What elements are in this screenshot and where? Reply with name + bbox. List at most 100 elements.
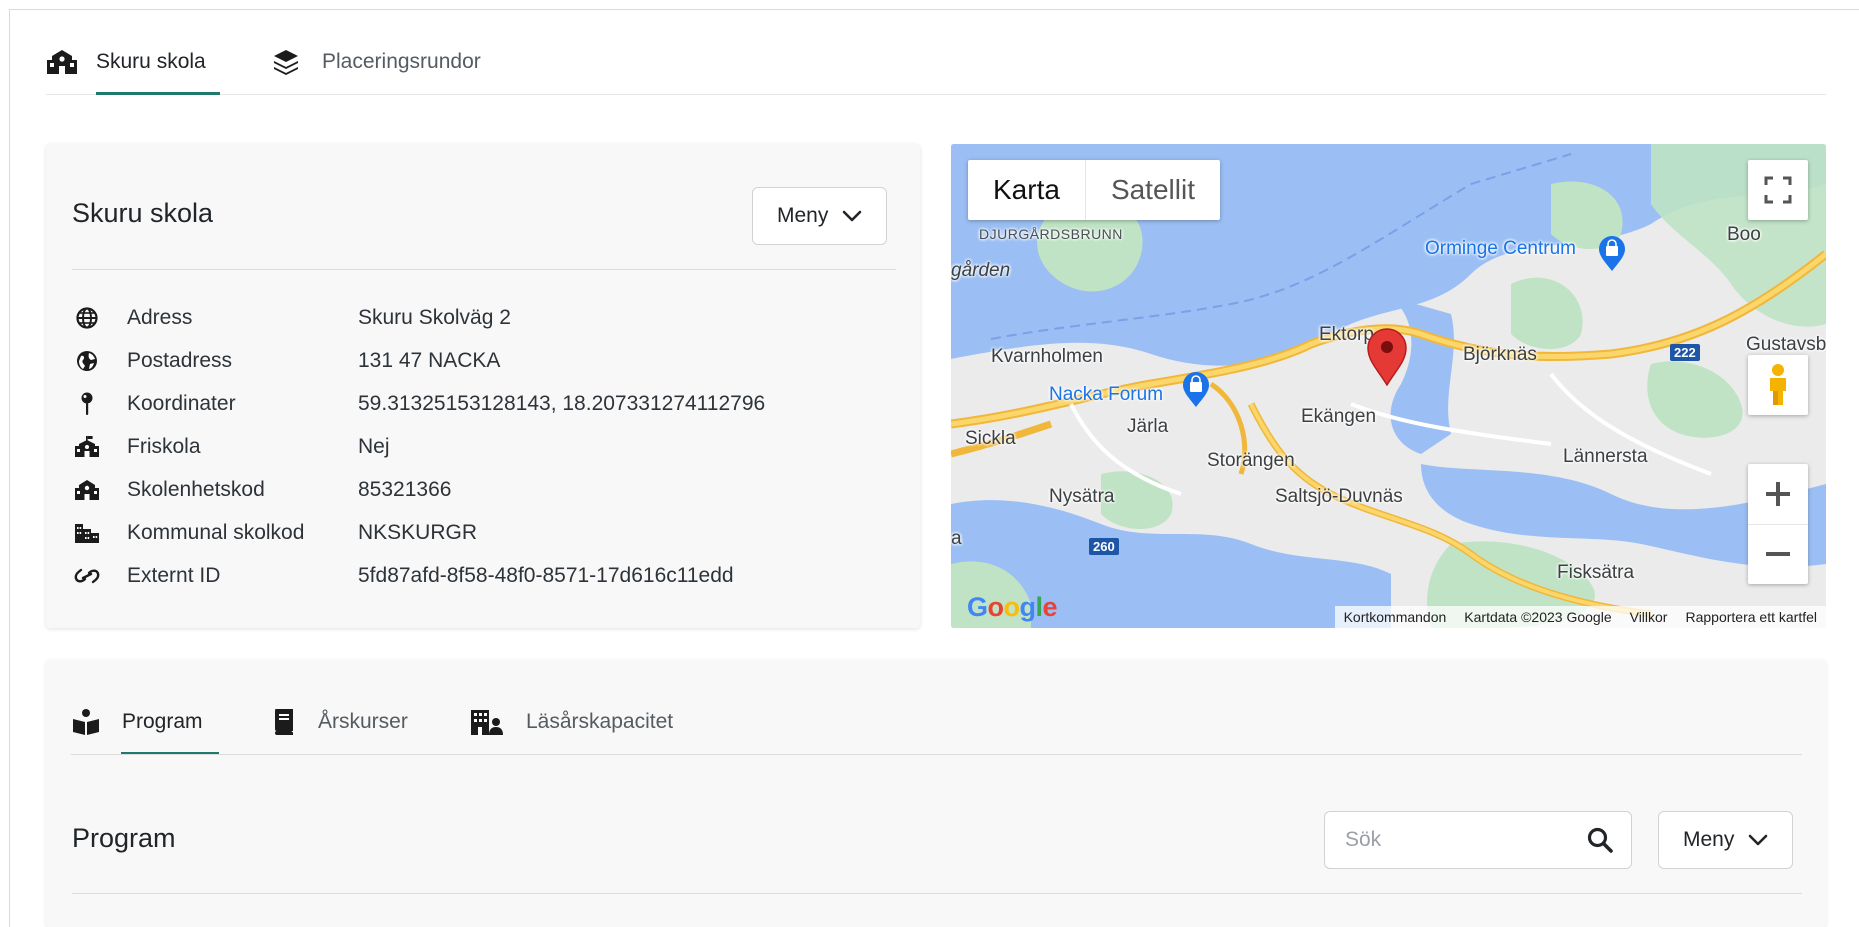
book-reader-icon [72,708,100,736]
chevron-down-icon [1748,834,1768,846]
globe-icon [72,307,102,329]
field-label: Adress [127,306,193,329]
street-view-pegman[interactable] [1748,355,1808,415]
map-label-poi: Orminge Centrum [1425,238,1576,259]
road-shield-260: 260 [1089,538,1119,555]
map-label-poi: Nacka Forum [1049,384,1164,405]
school-menu-button[interactable]: Meny [752,187,888,245]
field-label: Externt ID [127,564,221,587]
tab-lasarskapacitet[interactable]: Läsårskapacitet [470,690,673,754]
field-value: 59.31325153128143, 18.207331274112796 [358,392,766,415]
map-label: Storängen [1207,450,1295,471]
map-label: gården [951,260,1011,281]
field-label: Friskola [127,435,201,458]
field-value: 131 47 NACKA [358,349,501,372]
building-user-icon [470,708,504,736]
map-label: Boo [1727,224,1761,245]
card-divider [72,269,896,270]
tab-label: Läsårskapacitet [526,710,674,733]
map-label: Fisksätra [1557,562,1635,583]
map-label: Järla [1127,416,1169,437]
google-logo: Google [967,592,1058,622]
field-value: 5fd87afd-8f58-48f0-8571-17d616c11edd [358,564,734,587]
school-icon [46,49,78,75]
fullscreen-icon [1764,176,1792,204]
field-row-koordinater: Koordinater 59.31325153128143, 18.207331… [72,384,765,424]
school-icon [72,479,102,501]
map-type-karta[interactable]: Karta [968,160,1085,220]
map-type-satellit[interactable]: Satellit [1084,160,1220,220]
tab-placeringsrundor[interactable]: Placeringsrundor [272,30,481,94]
section-divider [72,893,1802,894]
map-label: Nysätra [1049,486,1115,507]
shopping-icon [1181,372,1211,413]
program-menu-button[interactable]: Meny [1658,811,1794,869]
field-value: Nej [358,435,390,458]
map-data-text: Kartdata ©2023 Google [1464,609,1612,625]
map-label: Ekängen [1301,406,1377,427]
field-label: Postadress [127,349,233,372]
road-shield-222: 222 [1670,344,1700,361]
keyboard-shortcuts-link[interactable]: Kortkommandon [1335,609,1456,625]
city-icon [72,522,102,544]
field-row-externt-id: Externt ID 5fd87afd-8f58-48f0-8571-17d61… [72,556,734,596]
book-icon [272,708,296,736]
field-row-friskola: Friskola Nej [72,427,390,467]
tab-arskurser[interactable]: Årskurser [272,690,408,754]
map-attribution: Kortkommandon Kartdata ©2023 Google Vill… [1334,606,1826,628]
map-view[interactable]: Karta Satellit DJURGÅRDSBRUNN gården Orm… [951,144,1826,628]
search-icon[interactable] [1587,827,1613,858]
map-label: a [951,528,962,549]
map-label: Kvarnholmen [991,346,1103,367]
map-label: Gustavsb [1746,334,1826,355]
map-label: Björknäs [1463,344,1537,365]
minus-icon [1766,552,1790,557]
tab-label: Placeringsrundor [322,50,481,73]
map-label: Sickla [965,428,1016,449]
report-error-link[interactable]: Rapportera ett kartfel [1676,609,1826,625]
tab-label: Program [122,710,203,733]
top-tab-bar: Skuru skola Placeringsrundor [46,30,1826,95]
field-row-adress: Adress Skuru Skolväg 2 [72,298,511,338]
map-label: Lännersta [1563,446,1648,467]
location-marker[interactable] [1366,328,1408,391]
map-label: Saltsjö-Duvnäs [1275,486,1403,507]
map-type-control: Karta Satellit [968,160,1220,220]
field-label: Kommunal skolkod [127,521,305,544]
menu-label: Meny [777,204,829,227]
earth-icon [72,350,102,372]
pegman-icon [1770,364,1786,405]
fullscreen-button[interactable] [1748,160,1808,220]
map-label: DJURGÅRDSBRUNN [979,226,1123,242]
layers-icon [272,48,300,76]
chevron-down-icon [842,210,862,222]
field-row-kommunal-skolkod: Kommunal skolkod NKSKURGR [72,513,477,553]
school-flag-icon [72,436,102,458]
tab-label: Årskurser [318,710,408,733]
program-search-box [1324,811,1632,869]
lower-tab-divider [71,754,1802,755]
tab-program[interactable]: Program [72,690,203,754]
program-section-title: Program [72,823,176,853]
field-value: Skuru Skolväg 2 [358,306,511,329]
menu-label: Meny [1683,828,1735,851]
zoom-control [1748,464,1808,584]
tab-label: Skuru skola [96,50,206,73]
pin-icon [72,392,102,416]
zoom-out-button[interactable] [1748,525,1808,585]
terms-link[interactable]: Villkor [1621,609,1677,625]
field-value: 85321366 [358,478,452,501]
field-label: Skolenhetskod [127,478,265,501]
shopping-icon [1597,236,1627,277]
field-row-postadress: Postadress 131 47 NACKA [72,341,500,381]
zoom-in-button[interactable] [1748,464,1808,525]
field-value: NKSKURGR [358,521,478,544]
search-input[interactable] [1343,827,1577,853]
map-pin-icon [1367,328,1407,387]
link-icon [72,566,102,586]
tab-skuru-skola[interactable]: Skuru skola [46,30,206,94]
field-label: Koordinater [127,392,236,415]
plus-icon [1766,481,1790,506]
field-row-skolenhetskod: Skolenhetskod 85321366 [72,470,451,510]
school-title: Skuru skola [72,198,214,228]
